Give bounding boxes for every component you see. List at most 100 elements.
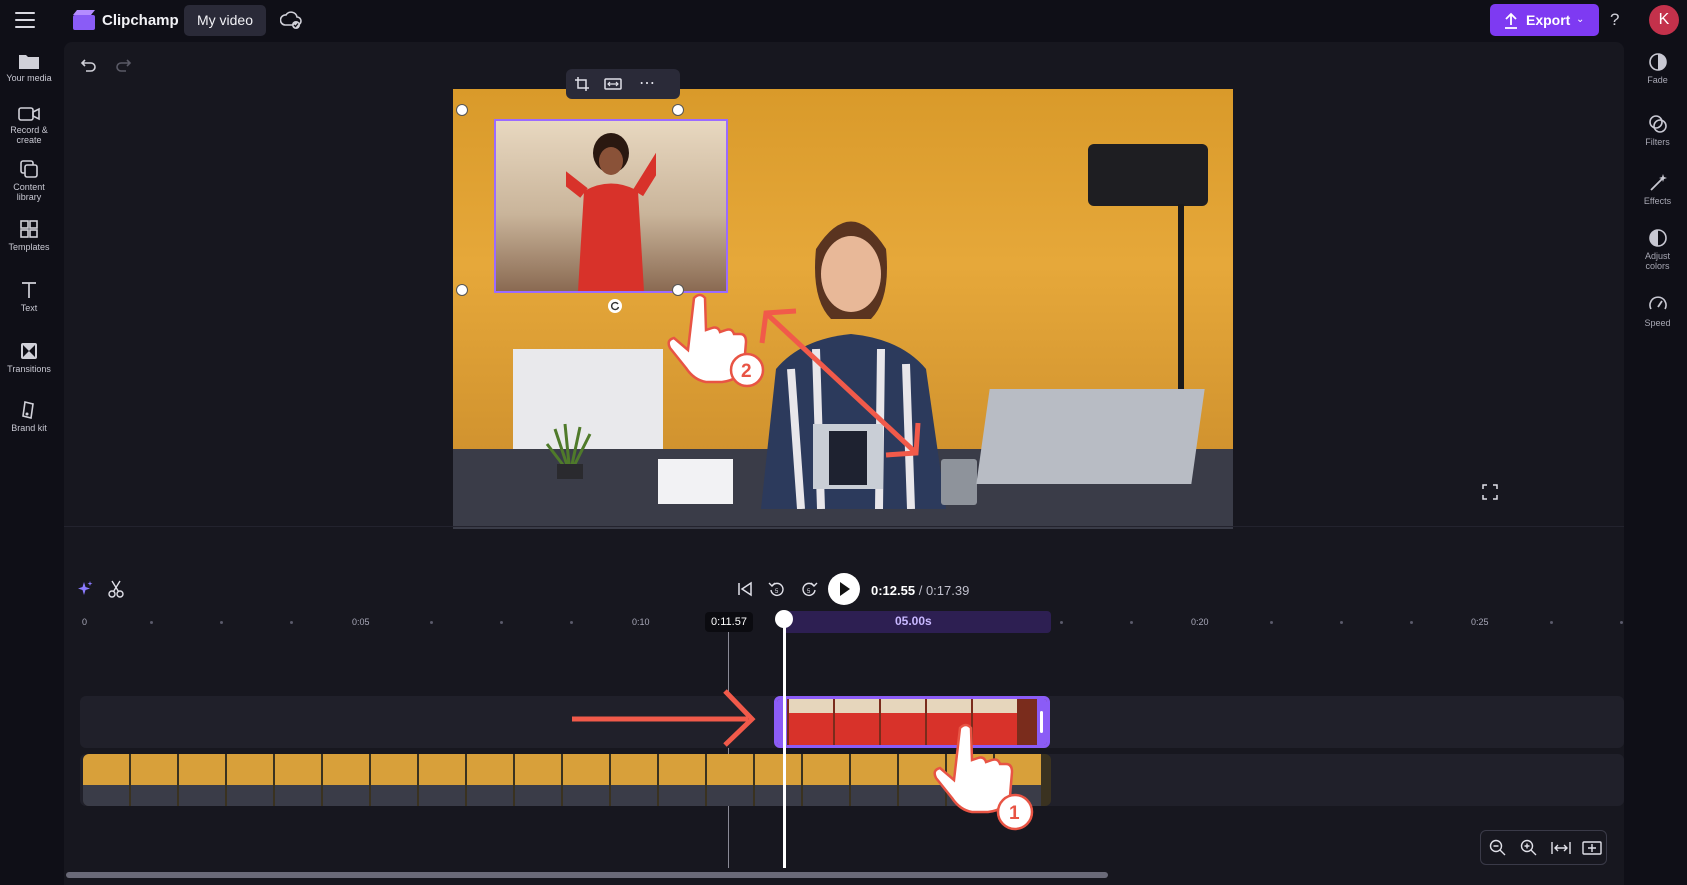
rotate-handle-icon[interactable] <box>607 298 623 314</box>
ruler-label: 0:25 <box>1471 617 1489 627</box>
sidebar-item-brand-kit[interactable]: Brand kit <box>0 400 58 433</box>
ruler-dot <box>1620 621 1623 624</box>
ruler-dot <box>570 621 573 624</box>
playhead[interactable] <box>783 618 786 868</box>
panel-label: Filters <box>1645 137 1670 147</box>
fullscreen-icon[interactable] <box>1482 484 1498 500</box>
sidebar-label: library <box>16 192 42 202</box>
clip-frame <box>611 754 657 806</box>
panel-label: Adjust <box>1644 251 1670 261</box>
ruler-dot <box>1130 621 1133 624</box>
rewind-5s-icon[interactable]: 5 <box>768 580 786 598</box>
preview-laptop <box>976 389 1205 484</box>
project-title[interactable]: My video <box>184 5 266 36</box>
sidebar-label: create <box>16 135 42 145</box>
skip-back-icon[interactable] <box>737 581 753 597</box>
sidebar-label: Templates <box>8 242 50 252</box>
ruler-dot <box>500 621 503 624</box>
avatar[interactable]: K <box>1649 5 1679 35</box>
clip-frame <box>851 754 897 806</box>
menu-icon[interactable] <box>15 12 35 28</box>
panel-item-filters[interactable]: Filters <box>1628 114 1687 147</box>
redo-icon[interactable] <box>114 56 132 74</box>
play-icon <box>840 582 850 596</box>
library-icon <box>20 160 38 178</box>
transitions-icon <box>21 343 37 359</box>
fade-icon <box>1648 53 1667 71</box>
ruler-dot <box>290 621 293 624</box>
ruler-dot <box>430 621 433 624</box>
clip-frame <box>659 754 705 806</box>
export-button[interactable]: Export ⌄ <box>1490 4 1599 36</box>
camera-icon <box>18 107 40 121</box>
effects-icon <box>1649 174 1667 191</box>
time-separator: / <box>915 583 926 598</box>
zoom-out-icon[interactable] <box>1489 839 1507 857</box>
resize-handle-bottom-left[interactable] <box>456 284 468 296</box>
sidebar-item-templates[interactable]: Templates <box>0 219 58 252</box>
forward-5s-icon[interactable]: 5 <box>800 580 818 598</box>
preview-plant <box>545 423 592 479</box>
clip-duration: 05.00s <box>895 614 932 628</box>
app-name: Clipchamp <box>102 12 179 29</box>
clip-frame <box>881 699 925 745</box>
panel-label: Speed <box>1644 318 1671 328</box>
speed-icon <box>1648 296 1667 310</box>
hand-cursor-icon: 1 <box>933 723 1034 831</box>
export-label: Export <box>1526 12 1571 28</box>
resize-arrow-icon <box>759 308 921 458</box>
panel-item-effects[interactable]: Effects <box>1628 173 1687 206</box>
preview-mug <box>941 459 977 505</box>
sidebar-item-content-library[interactable]: Content library <box>0 159 58 202</box>
sidebar-item-transitions[interactable]: Transitions <box>0 341 58 374</box>
instruction-arrow-icon <box>572 689 756 747</box>
clip-frame <box>803 754 849 806</box>
fit-timeline-icon[interactable] <box>1551 839 1571 857</box>
sidebar-item-text[interactable]: Text <box>0 280 58 313</box>
crop-icon[interactable] <box>574 76 590 92</box>
zoom-in-icon[interactable] <box>1520 839 1538 857</box>
ai-sparkle-icon[interactable] <box>76 580 94 598</box>
panel-item-fade[interactable]: Fade <box>1628 52 1687 85</box>
clip-frame <box>707 754 753 806</box>
clip-frame <box>467 754 513 806</box>
video-clip[interactable] <box>83 754 1051 806</box>
sidebar-label: Your media <box>6 73 52 83</box>
panel-item-speed[interactable]: Speed <box>1628 295 1687 328</box>
split-scissors-icon[interactable] <box>107 580 125 598</box>
more-options-icon[interactable]: ⋯ <box>639 73 655 93</box>
panel-item-adjust-colors[interactable]: Adjust colors <box>1628 228 1687 271</box>
timeline-scrollbar[interactable] <box>66 872 1108 878</box>
clip-frame <box>515 754 561 806</box>
clip-frame <box>227 754 273 806</box>
ruler-dot <box>1410 621 1413 624</box>
clip-frame <box>755 754 801 806</box>
hand-cursor-icon: 2 <box>667 293 765 388</box>
step-1-label: 1 <box>1009 803 1020 824</box>
sidebar-item-record-create[interactable]: Record & create <box>0 106 58 145</box>
clip-frame <box>563 754 609 806</box>
help-icon[interactable]: ? <box>1610 10 1619 30</box>
add-track-icon[interactable] <box>1582 839 1602 857</box>
ruler-label: 0:20 <box>1191 617 1209 627</box>
fit-icon[interactable] <box>604 76 622 92</box>
panel-label: colors <box>1645 261 1670 271</box>
resize-handle-top-left[interactable] <box>456 104 468 116</box>
preview-light <box>1088 144 1208 206</box>
overlay-clip-preview[interactable] <box>494 119 728 293</box>
svg-text:5: 5 <box>807 589 811 595</box>
top-bar: Clipchamp My video Export ⌄ ? K <box>0 0 1687 42</box>
resize-handle-top-right[interactable] <box>672 104 684 116</box>
ruler-dot <box>220 621 223 624</box>
svg-text:5: 5 <box>775 589 779 595</box>
sidebar-item-your-media[interactable]: Your media <box>0 52 58 83</box>
ruler-label: 0:05 <box>352 617 370 627</box>
filters-icon <box>1648 115 1667 133</box>
ruler-dot <box>1270 621 1273 624</box>
undo-icon[interactable] <box>80 56 98 74</box>
clip-frame <box>83 754 129 806</box>
cloud-saved-icon <box>280 11 302 29</box>
play-button[interactable] <box>828 573 860 605</box>
panel-label: Fade <box>1647 75 1668 85</box>
folder-icon <box>19 55 39 69</box>
